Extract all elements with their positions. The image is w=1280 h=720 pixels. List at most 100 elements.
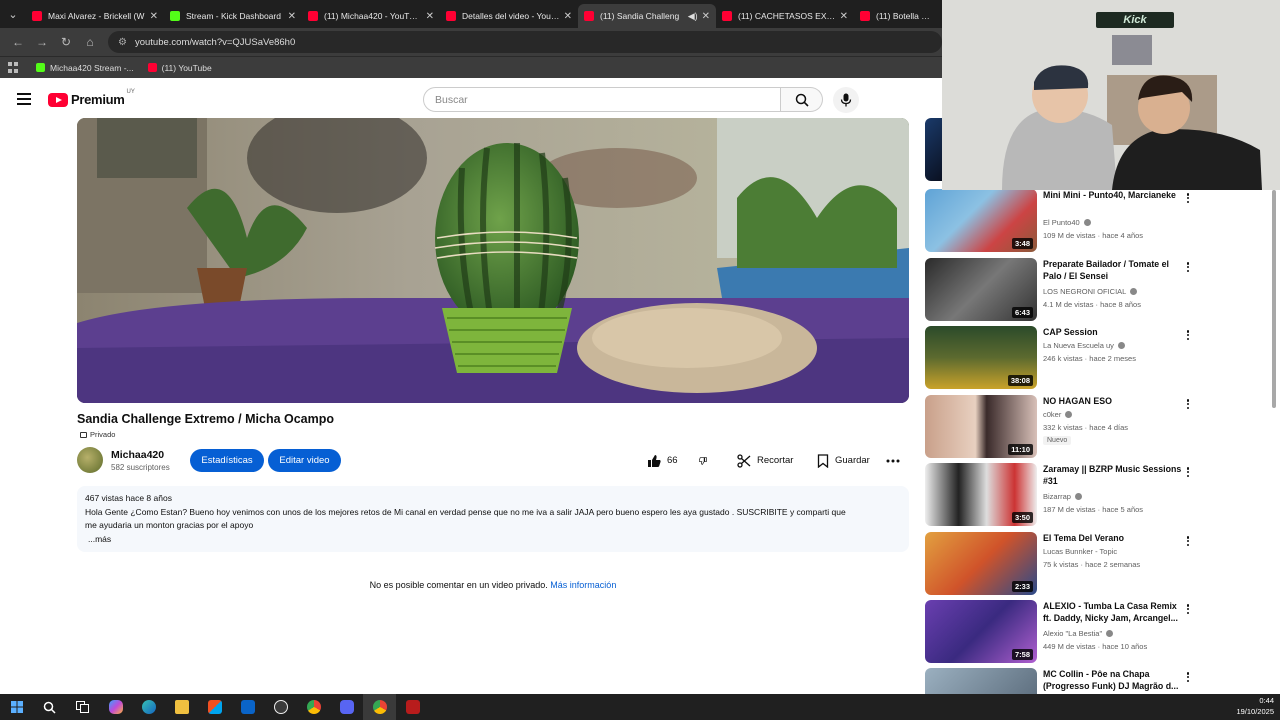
recommendation-item[interactable]: 2:33 El Tema Del Verano Lucas Bunnker - …: [925, 532, 1265, 596]
recommendation-title[interactable]: CAP Session: [1043, 326, 1183, 338]
close-tab-icon[interactable]: ✕: [840, 11, 848, 22]
recommendation-title[interactable]: El Tema Del Verano: [1043, 532, 1183, 544]
recommendation-channel[interactable]: Lucas Bunnker - Topic: [1043, 547, 1117, 556]
back-icon[interactable]: ←: [6, 30, 30, 54]
video-thumbnail[interactable]: 3:48: [925, 189, 1037, 252]
video-thumbnail[interactable]: [925, 668, 1037, 694]
chrome-profile-icon[interactable]: [363, 694, 396, 720]
url-field[interactable]: ⚙ youtube.com/watch?v=QJUSaVe86h0: [108, 31, 942, 53]
browser-tab[interactable]: Detalles del video - YouTu ✕: [440, 4, 578, 28]
speaker-icon[interactable]: ◀): [688, 11, 698, 22]
close-tab-icon[interactable]: ✕: [150, 11, 158, 22]
home-icon[interactable]: ⌂: [78, 30, 102, 54]
recommendation-title[interactable]: Zaramay || BZRP Music Sessions #31: [1043, 463, 1183, 487]
recommendation-title[interactable]: ALEXIO - Tumba La Casa Remix ft. Daddy, …: [1043, 600, 1183, 624]
voice-search-button[interactable]: [833, 87, 859, 113]
more-vertical-icon[interactable]: [1183, 602, 1193, 616]
more-vertical-icon[interactable]: [1183, 191, 1193, 205]
store-icon[interactable]: [198, 694, 231, 720]
dislike-button[interactable]: [691, 449, 721, 472]
forward-icon[interactable]: →: [30, 30, 54, 54]
browser-tab[interactable]: Stream - Kick Dashboard ✕: [164, 4, 302, 28]
recommendation-channel[interactable]: c0ker: [1043, 410, 1073, 419]
channel-avatar[interactable]: [77, 447, 103, 473]
recommendation-item[interactable]: 38:08 CAP Session La Nueva Escuela uy 24…: [925, 326, 1265, 390]
recommendation-title[interactable]: Mini Mini - Punto40, Marcianeke: [1043, 189, 1183, 201]
youtube-premium-logo[interactable]: Premium UY: [48, 89, 135, 107]
recommendation-channel[interactable]: La Nueva Escuela uy: [1043, 341, 1125, 350]
stats-button[interactable]: Estadísticas: [190, 449, 264, 472]
recommendation-title[interactable]: Preparate Bailador / Tomate el Palo / El…: [1043, 258, 1183, 282]
video-player[interactable]: [77, 118, 909, 403]
video-thumbnail[interactable]: 7:58: [925, 600, 1037, 663]
bookmark-item[interactable]: (11) YouTube: [147, 63, 212, 73]
webcam-overlay: Kick: [942, 0, 1280, 190]
browser-tab[interactable]: (11) Michaa420 - YouTube ✕: [302, 4, 440, 28]
close-tab-icon[interactable]: ✕: [702, 11, 710, 22]
close-tab-icon[interactable]: ✕: [288, 11, 296, 22]
menu-icon[interactable]: [17, 93, 31, 105]
more-info-link[interactable]: Más información: [550, 580, 616, 590]
more-vertical-icon[interactable]: [1183, 328, 1193, 342]
discord-icon[interactable]: [330, 694, 363, 720]
recommendation-item[interactable]: 3:48 Mini Mini - Punto40, Marcianeke El …: [925, 189, 1265, 253]
browser-tab[interactable]: (11) CACHETASOS EXTRE ✕: [716, 4, 854, 28]
bookmark-item[interactable]: Michaa420 Stream -...: [36, 63, 134, 73]
page-scrollbar[interactable]: [1271, 190, 1277, 690]
recommendation-title[interactable]: MC Collin - Pôe na Chapa (Progresso Funk…: [1043, 668, 1183, 692]
obs-icon[interactable]: [264, 694, 297, 720]
search-button[interactable]: [781, 87, 823, 112]
search-input[interactable]: Buscar: [423, 87, 781, 112]
close-tab-icon[interactable]: ✕: [564, 11, 572, 22]
recommendation-channel[interactable]: El Punto40: [1043, 218, 1091, 227]
system-clock[interactable]: 0:44 19/10/2025: [1236, 695, 1274, 717]
description-box[interactable]: 467 vistas hace 8 años Hola Gente ¿Como …: [77, 486, 909, 552]
recommendation-channel[interactable]: LOS NEGRONI OFICIAL: [1043, 287, 1138, 296]
recommendation-item[interactable]: 3:50 Zaramay || BZRP Music Sessions #31 …: [925, 463, 1265, 527]
more-vertical-icon[interactable]: [1183, 260, 1193, 274]
outlook-icon[interactable]: [231, 694, 264, 720]
edit-video-button[interactable]: Editar video: [268, 449, 341, 472]
windows-start-icon[interactable]: [0, 694, 33, 720]
task-view-icon[interactable]: [66, 694, 99, 720]
scrollbar-thumb[interactable]: [1272, 190, 1276, 408]
apps-grid-icon[interactable]: [8, 61, 20, 74]
recommendation-item[interactable]: MC Collin - Pôe na Chapa (Progresso Funk…: [925, 668, 1265, 694]
reload-icon[interactable]: ↻: [54, 30, 78, 54]
more-vertical-icon[interactable]: [1183, 397, 1193, 411]
browser-tab-active[interactable]: (11) Sandia Challeng ◀) ✕: [578, 4, 716, 28]
clip-button[interactable]: Recortar: [729, 449, 805, 472]
recommendation-item[interactable]: 11:10 NO HAGAN ESO c0ker 332 k vistas · …: [925, 395, 1265, 459]
channel-name[interactable]: Michaa420: [111, 449, 164, 461]
video-thumbnail[interactable]: 11:10: [925, 395, 1037, 458]
search-icon[interactable]: [33, 694, 66, 720]
copilot-icon[interactable]: [99, 694, 132, 720]
recommendation-title[interactable]: NO HAGAN ESO: [1043, 395, 1183, 407]
recommendation-item[interactable]: 7:58 ALEXIO - Tumba La Casa Remix ft. Da…: [925, 600, 1265, 664]
save-button[interactable]: Guardar: [809, 449, 879, 472]
video-thumbnail[interactable]: 2:33: [925, 532, 1037, 595]
video-thumbnail[interactable]: 3:50: [925, 463, 1037, 526]
more-vertical-icon[interactable]: [1183, 670, 1193, 684]
close-tab-icon[interactable]: ✕: [426, 11, 434, 22]
more-vertical-icon[interactable]: [1183, 534, 1193, 548]
video-thumbnail[interactable]: 38:08: [925, 326, 1037, 389]
file-explorer-icon[interactable]: [165, 694, 198, 720]
chrome-icon[interactable]: [297, 694, 330, 720]
video-thumbnail[interactable]: 6:43: [925, 258, 1037, 321]
browser-tab[interactable]: Maxi Alvarez - Brickell (W ✕: [26, 4, 164, 28]
show-more-link[interactable]: ...más: [85, 533, 901, 547]
game-icon[interactable]: [396, 694, 429, 720]
site-info-icon[interactable]: ⚙: [118, 37, 127, 48]
recommendation-channel[interactable]: Alexio "La Bestia": [1043, 629, 1114, 638]
more-actions-button[interactable]: [883, 449, 909, 472]
edge-icon[interactable]: [132, 694, 165, 720]
recommendation-item[interactable]: 6:43 Preparate Bailador / Tomate el Palo…: [925, 258, 1265, 322]
channel-label: El Punto40: [1043, 218, 1080, 227]
recommendation-channel[interactable]: Bizarrap: [1043, 492, 1082, 501]
more-vertical-icon[interactable]: [1183, 465, 1193, 479]
recommendation-thumbnail-partial[interactable]: [925, 118, 943, 181]
like-button[interactable]: 66: [639, 449, 687, 472]
tab-search-icon[interactable]: ⌄: [0, 0, 26, 28]
browser-tab[interactable]: (11) Botella Challe: [854, 4, 938, 28]
